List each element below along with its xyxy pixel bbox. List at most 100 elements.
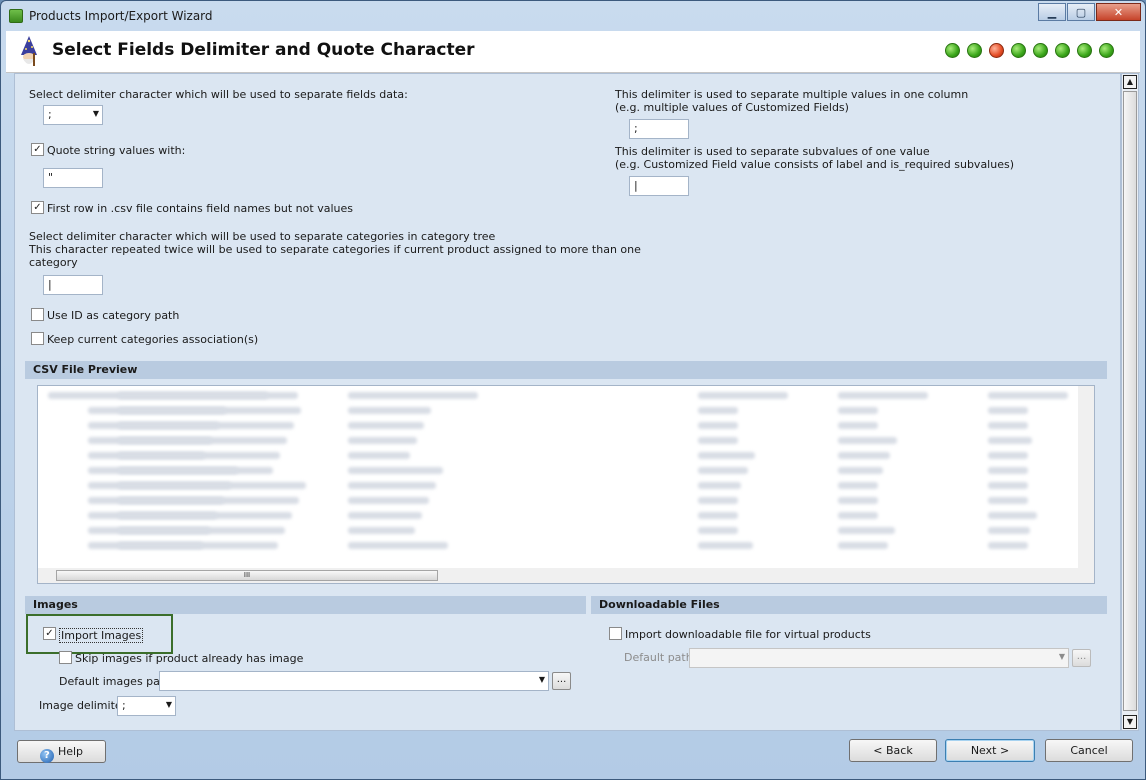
- preview-blurred-cell: [348, 452, 410, 459]
- preview-blurred-cell: [118, 407, 226, 414]
- main-scroll-thumb[interactable]: [1123, 91, 1137, 711]
- step-indicator-7: [1077, 43, 1092, 58]
- delimiter-label: Select delimiter character which will be…: [29, 88, 408, 101]
- delimiter-select[interactable]: ; ▼: [43, 105, 103, 125]
- chevron-down-icon: ▼: [1058, 652, 1065, 661]
- main-vertical-scrollbar[interactable]: ▲ ▼: [1121, 73, 1139, 731]
- preview-blurred-cell: [988, 482, 1028, 489]
- quote-checkbox[interactable]: ✓: [31, 143, 44, 156]
- check-icon: ✓: [33, 144, 42, 155]
- sub-delim-line2: (e.g. Customized Field value consists of…: [615, 158, 1015, 171]
- preview-blurred-cell: [118, 422, 219, 429]
- preview-blurred-cell: [988, 407, 1028, 414]
- close-button[interactable]: ✕: [1096, 3, 1141, 21]
- help-button-label: Help: [57, 745, 84, 758]
- preview-blurred-cell: [838, 452, 890, 459]
- scroll-down-arrow-icon[interactable]: ▼: [1123, 715, 1137, 729]
- preview-blurred-cell: [698, 392, 788, 399]
- preview-blurred-cell: [838, 437, 897, 444]
- preview-blurred-cell: [118, 512, 217, 519]
- check-icon: ✓: [45, 628, 54, 639]
- sub-delim-line1: This delimiter is used to separate subva…: [615, 145, 930, 158]
- wizard-icon: [21, 36, 37, 66]
- import-images-checkbox[interactable]: ✓: [43, 627, 56, 640]
- next-button[interactable]: Next >: [945, 739, 1035, 762]
- scroll-up-arrow-icon[interactable]: ▲: [1123, 75, 1137, 89]
- preview-blurred-cell: [988, 422, 1028, 429]
- step-indicator-6: [1055, 43, 1070, 58]
- preview-blurred-cell: [988, 527, 1030, 534]
- preview-blurred-cell: [698, 467, 748, 474]
- preview-blurred-cell: [348, 527, 415, 534]
- preview-blurred-cell: [118, 437, 212, 444]
- multi-delim-line1: This delimiter is used to separate multi…: [615, 88, 969, 101]
- downloadable-section-header: Downloadable Files: [591, 596, 1107, 614]
- preview-blurred-cell: [838, 422, 878, 429]
- back-button[interactable]: < Back: [849, 739, 937, 762]
- app-icon: [9, 9, 23, 23]
- check-icon: ✓: [33, 202, 42, 213]
- preview-vertical-scrollbar[interactable]: [1078, 386, 1094, 568]
- use-id-checkbox[interactable]: [31, 308, 44, 321]
- import-downloadable-checkbox[interactable]: [609, 627, 622, 640]
- csv-preview-grid[interactable]: III: [37, 385, 1095, 584]
- preview-blurred-cell: [698, 512, 738, 519]
- preview-blurred-cell: [698, 542, 753, 549]
- preview-blurred-cell: [118, 482, 231, 489]
- quote-input[interactable]: ": [43, 168, 103, 188]
- downloadable-path-label: Default path: [624, 651, 693, 664]
- csv-preview-header: CSV File Preview: [25, 361, 1107, 379]
- preview-blurred-cell: [348, 392, 478, 399]
- preview-blurred-cell: [988, 392, 1068, 399]
- preview-blurred-cell: [988, 497, 1028, 504]
- preview-blurred-cell: [118, 497, 224, 504]
- chevron-down-icon: ▼: [165, 700, 172, 709]
- preview-blurred-cell: [838, 392, 928, 399]
- help-icon: ?: [39, 749, 54, 763]
- help-button[interactable]: ? Help: [17, 740, 106, 763]
- preview-blurred-cell: [348, 467, 443, 474]
- category-delim-input[interactable]: |: [43, 275, 103, 295]
- import-downloadable-label: Import downloadable file for virtual pro…: [625, 628, 871, 641]
- preview-blurred-cell: [838, 497, 878, 504]
- window-title: Products Import/Export Wizard: [29, 9, 213, 23]
- category-delim-line1: Select delimiter character which will be…: [29, 230, 496, 243]
- first-row-checkbox[interactable]: ✓: [31, 201, 44, 214]
- images-path-label: Default images path: [59, 675, 172, 688]
- window-controls: ▁ ▢ ✕: [1038, 3, 1141, 21]
- images-path-select[interactable]: ▼: [159, 671, 549, 691]
- preview-blurred-cell: [118, 542, 203, 549]
- multi-delim-line2: (e.g. multiple values of Customized Fiel…: [615, 101, 849, 114]
- skip-images-label: Skip images if product already has image: [75, 652, 304, 665]
- skip-images-checkbox[interactable]: [59, 651, 72, 664]
- cancel-button[interactable]: Cancel: [1045, 739, 1133, 762]
- preview-blurred-cell: [698, 482, 741, 489]
- maximize-button[interactable]: ▢: [1067, 3, 1095, 21]
- preview-scroll-thumb[interactable]: III: [56, 570, 438, 581]
- minimize-button[interactable]: ▁: [1038, 3, 1066, 21]
- images-browse-button[interactable]: ...: [552, 672, 571, 690]
- preview-blurred-cell: [348, 407, 431, 414]
- first-row-label: First row in .csv file contains field na…: [47, 202, 353, 215]
- step-indicator-5: [1033, 43, 1048, 58]
- image-delim-select[interactable]: ; ▼: [117, 696, 176, 716]
- step-indicator-4: [1011, 43, 1026, 58]
- quote-label: Quote string values with:: [47, 144, 186, 157]
- preview-blurred-cell: [698, 437, 738, 444]
- preview-blurred-cell: [118, 392, 268, 399]
- preview-blurred-cell: [838, 542, 888, 549]
- preview-blurred-cell: [698, 497, 738, 504]
- preview-blurred-cell: [348, 497, 429, 504]
- preview-blurred-cell: [988, 437, 1032, 444]
- preview-blurred-cell: [838, 512, 878, 519]
- wizard-steps: [945, 43, 1114, 58]
- preview-blurred-cell: [118, 527, 210, 534]
- keep-assoc-checkbox[interactable]: [31, 332, 44, 345]
- multi-delim-input[interactable]: ;: [629, 119, 689, 139]
- downloadable-path-select[interactable]: ▼: [689, 648, 1069, 668]
- preview-blurred-cell: [988, 452, 1028, 459]
- preview-horizontal-scrollbar[interactable]: III: [38, 568, 1094, 583]
- downloadable-browse-button[interactable]: ...: [1072, 649, 1091, 667]
- category-delim-line3: category: [29, 256, 78, 269]
- sub-delim-input[interactable]: |: [629, 176, 689, 196]
